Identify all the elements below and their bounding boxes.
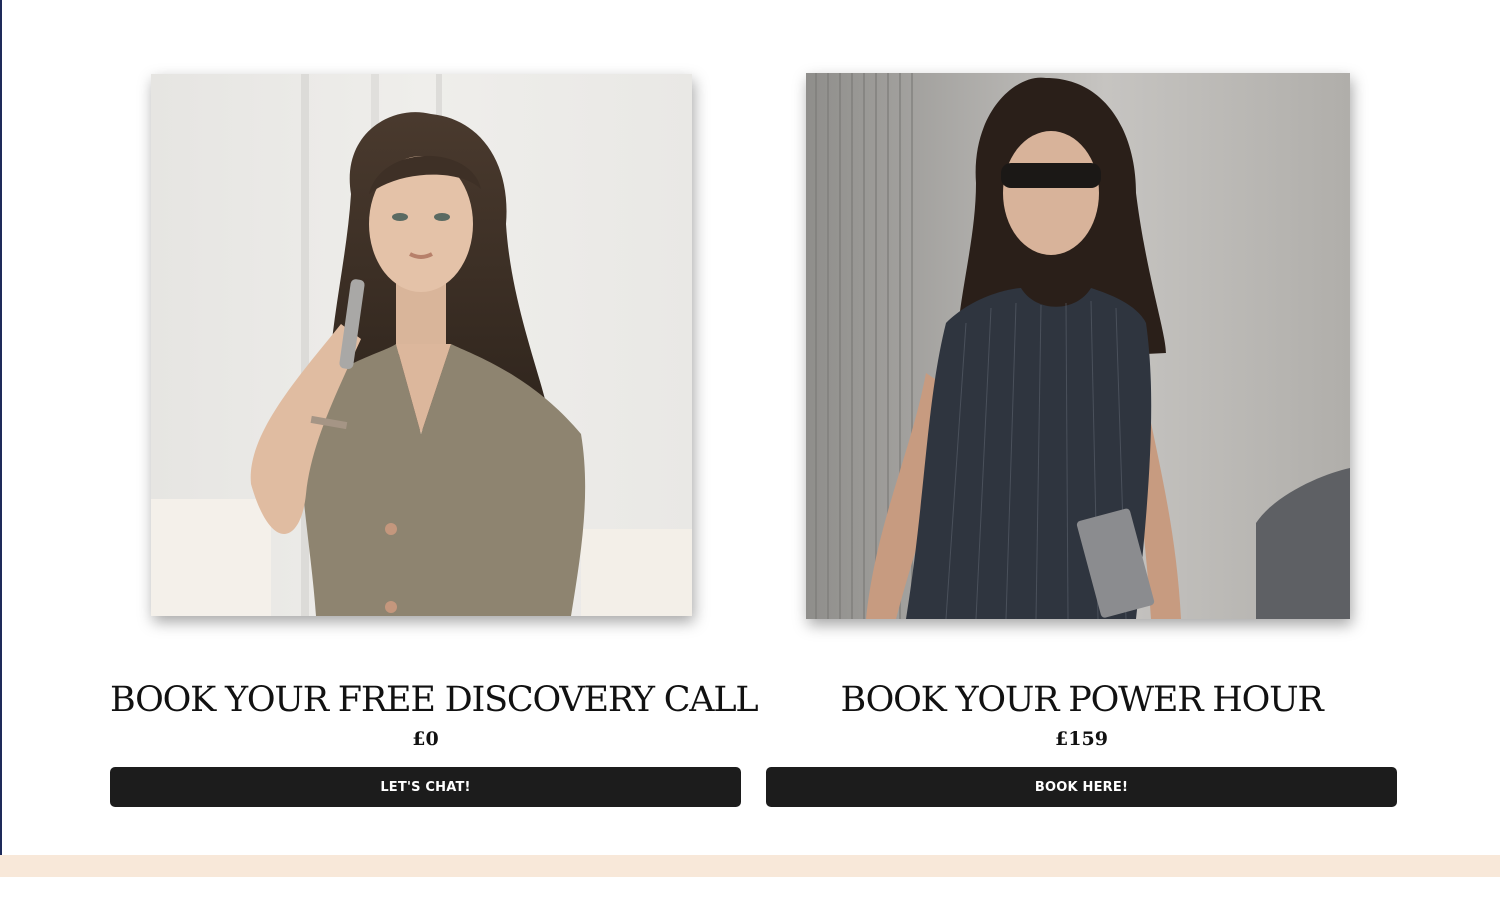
power-hour-title: BOOK YOUR POWER HOUR <box>840 680 1323 720</box>
booking-page: BOOK YOUR FREE DISCOVERY CALL £0 LET'S C… <box>0 0 1500 913</box>
footer-band <box>0 855 1500 877</box>
lets-chat-button[interactable]: LET'S CHAT! <box>110 767 741 807</box>
discovery-call-photo <box>151 74 692 616</box>
power-hour-photo <box>806 73 1350 619</box>
discovery-call-price: £0 <box>412 728 439 750</box>
book-here-button[interactable]: BOOK HERE! <box>766 767 1397 807</box>
discovery-call-photo-illustration <box>151 74 692 616</box>
discovery-call-title: BOOK YOUR FREE DISCOVERY CALL <box>110 680 759 720</box>
left-edge-line <box>0 0 2 855</box>
power-hour-photo-illustration <box>806 73 1350 619</box>
power-hour-price: £159 <box>1055 728 1108 750</box>
